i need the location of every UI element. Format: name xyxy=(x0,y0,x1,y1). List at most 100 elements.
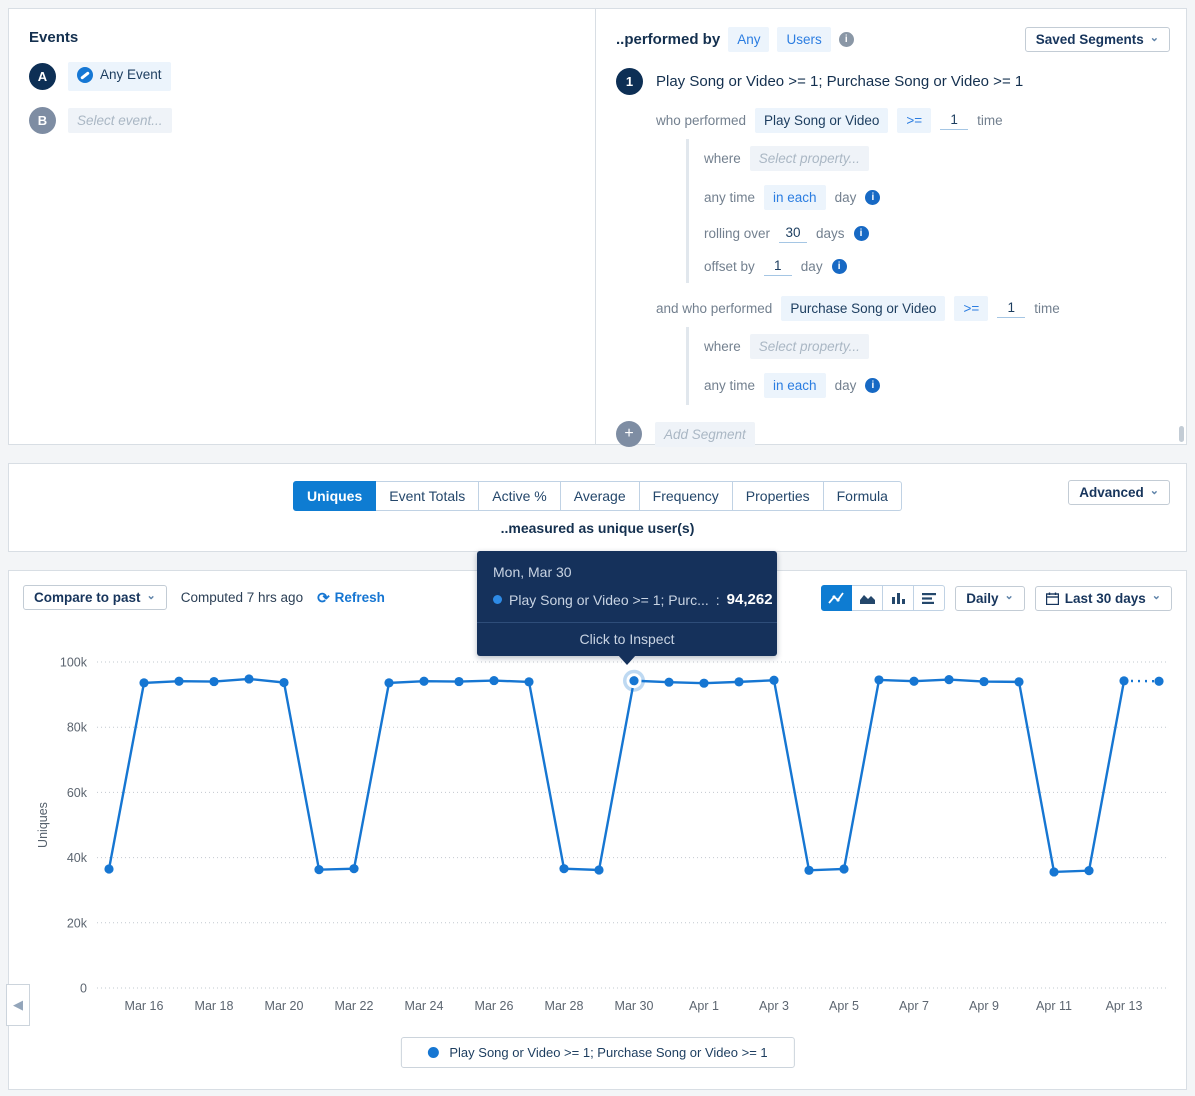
data-point[interactable] xyxy=(139,678,148,687)
chevron-down-icon: ⌄ xyxy=(1150,34,1159,42)
time-label: time xyxy=(977,113,1003,128)
data-point[interactable] xyxy=(524,677,533,686)
data-point[interactable] xyxy=(454,677,463,686)
tab-active-percent[interactable]: Active % xyxy=(479,481,560,511)
data-point[interactable] xyxy=(1014,677,1023,686)
data-point[interactable] xyxy=(244,674,253,683)
chevron-down-icon: ⌄ xyxy=(1152,592,1161,600)
clause2-filters: where Select property... any time in eac… xyxy=(686,327,1166,405)
data-point[interactable] xyxy=(909,677,918,686)
y-tick-label: 60k xyxy=(67,786,88,800)
x-tick-label: Mar 30 xyxy=(615,999,654,1013)
day-label: day xyxy=(835,190,857,205)
horizontal-bar-chart-icon[interactable] xyxy=(914,585,945,611)
data-point[interactable] xyxy=(874,675,883,684)
clause1-event-chip[interactable]: Play Song or Video xyxy=(755,108,888,133)
refresh-button[interactable]: ⟳ Refresh xyxy=(317,589,385,607)
users-selector[interactable]: Users xyxy=(777,27,830,52)
tab-properties[interactable]: Properties xyxy=(733,481,824,511)
y-tick-label: 20k xyxy=(67,916,88,930)
clause1-where-property-input[interactable]: Select property... xyxy=(750,146,869,171)
data-point[interactable] xyxy=(664,678,673,687)
data-point[interactable] xyxy=(804,866,813,875)
x-tick-label: Apr 3 xyxy=(759,999,789,1013)
scrollbar-thumb[interactable] xyxy=(1179,426,1184,442)
clause2-where-property-input[interactable]: Select property... xyxy=(750,334,869,359)
any-users-selector[interactable]: Any xyxy=(728,27,769,52)
data-point[interactable] xyxy=(314,865,323,874)
segment-number-badge: 1 xyxy=(616,68,643,95)
data-point[interactable] xyxy=(1119,676,1128,685)
tab-event-totals[interactable]: Event Totals xyxy=(376,481,479,511)
tooltip-inspect-button[interactable]: Click to Inspect xyxy=(477,622,777,656)
refresh-icon: ⟳ xyxy=(317,589,330,607)
area-chart-icon[interactable] xyxy=(852,585,883,611)
line-chart[interactable]: 100k80k60k40k20k0UniquesMar 16Mar 18Mar … xyxy=(9,637,1188,1029)
clause2-in-each-chip[interactable]: in each xyxy=(764,373,826,398)
computed-timestamp: Computed 7 hrs ago xyxy=(181,590,303,605)
users-info-icon[interactable]: i xyxy=(839,32,854,47)
clause2-row: and who performed Purchase Song or Video… xyxy=(656,296,1166,321)
data-point[interactable] xyxy=(769,676,778,685)
data-point[interactable] xyxy=(279,678,288,687)
series-line[interactable] xyxy=(109,679,1124,872)
rolling-info-icon[interactable]: i xyxy=(854,226,869,241)
data-point[interactable] xyxy=(734,677,743,686)
data-point[interactable] xyxy=(174,677,183,686)
in-each-info-icon[interactable]: i xyxy=(865,190,880,205)
collapse-panel-button[interactable]: ◀ xyxy=(6,984,30,1026)
data-point[interactable] xyxy=(629,676,638,685)
data-point[interactable] xyxy=(944,675,953,684)
data-point[interactable] xyxy=(349,864,358,873)
any-event-chip[interactable]: Any Event xyxy=(68,62,171,91)
daterange-dropdown[interactable]: Last 30 days ⌄ xyxy=(1035,586,1172,611)
compare-to-past-button[interactable]: Compare to past ⌄ xyxy=(23,585,167,610)
tab-uniques[interactable]: Uniques xyxy=(293,481,376,511)
rolling-days-input[interactable]: 30 xyxy=(779,224,807,243)
offset-day-input[interactable]: 1 xyxy=(764,257,792,276)
line-chart-icon[interactable] xyxy=(821,585,852,611)
y-tick-label: 80k xyxy=(67,721,88,735)
tab-formula[interactable]: Formula xyxy=(824,481,902,511)
data-point[interactable] xyxy=(1084,866,1093,875)
data-point[interactable] xyxy=(699,679,708,688)
any-event-label: Any Event xyxy=(100,66,162,83)
add-segment-button[interactable]: Add Segment xyxy=(655,422,755,447)
data-point[interactable] xyxy=(1049,867,1058,876)
select-event-input[interactable]: Select event... xyxy=(68,108,172,133)
definition-card: Events A Any Event B Select event... ..p… xyxy=(8,8,1187,445)
data-point[interactable] xyxy=(384,678,393,687)
plus-icon[interactable]: + xyxy=(616,421,642,447)
x-tick-label: Apr 9 xyxy=(969,999,999,1013)
data-point[interactable] xyxy=(489,676,498,685)
data-point[interactable] xyxy=(104,864,113,873)
clause1-in-each-chip[interactable]: in each xyxy=(764,185,826,210)
clause1-operator-chip[interactable]: >= xyxy=(897,108,931,133)
in-each-info-icon[interactable]: i xyxy=(865,378,880,393)
x-tick-label: Mar 18 xyxy=(195,999,234,1013)
clause1-row: who performed Play Song or Video >= 1 ti… xyxy=(656,108,1166,133)
data-point[interactable] xyxy=(594,865,603,874)
clause2-operator-chip[interactable]: >= xyxy=(954,296,988,321)
data-point[interactable] xyxy=(419,677,428,686)
data-point[interactable] xyxy=(839,864,848,873)
y-axis-title: Uniques xyxy=(36,802,50,848)
where-label: where xyxy=(704,339,741,354)
chart-legend[interactable]: Play Song or Video >= 1; Purchase Song o… xyxy=(400,1037,794,1068)
data-point[interactable] xyxy=(979,677,988,686)
bar-chart-icon[interactable] xyxy=(883,585,914,611)
clause2-event-chip[interactable]: Purchase Song or Video xyxy=(781,296,945,321)
legend-series-dot xyxy=(427,1047,438,1058)
data-point[interactable] xyxy=(209,677,218,686)
data-point[interactable] xyxy=(1154,677,1163,686)
tab-frequency[interactable]: Frequency xyxy=(640,481,733,511)
offset-info-icon[interactable]: i xyxy=(832,259,847,274)
measured-as-label: ..measured as unique user(s) xyxy=(9,520,1186,536)
clause1-count-input[interactable]: 1 xyxy=(940,111,968,130)
clause2-count-input[interactable]: 1 xyxy=(997,299,1025,318)
advanced-button[interactable]: Advanced ⌄ xyxy=(1068,480,1170,505)
data-point[interactable] xyxy=(559,864,568,873)
interval-dropdown[interactable]: Daily ⌄ xyxy=(955,586,1025,611)
saved-segments-button[interactable]: Saved Segments ⌄ xyxy=(1025,27,1170,52)
tab-average[interactable]: Average xyxy=(561,481,640,511)
